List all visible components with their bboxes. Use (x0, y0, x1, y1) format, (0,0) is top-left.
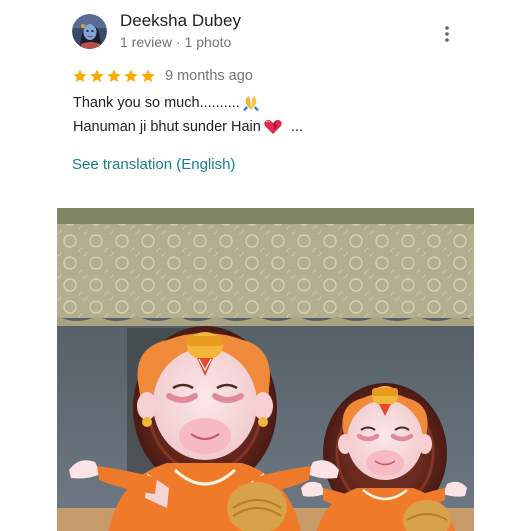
review-photo[interactable] (57, 208, 474, 531)
review-text: Hanuman ji bhut sunder Hain (73, 119, 261, 135)
see-translation-link[interactable]: See translation (English) (72, 156, 235, 173)
star-icon (141, 69, 155, 83)
star-icon (107, 69, 121, 83)
reviewer-avatar[interactable] (72, 14, 107, 49)
rating-row: 9 months ago (72, 68, 253, 84)
star-icon (124, 69, 138, 83)
review-text: Thank you so much.......... (73, 95, 240, 111)
star-rating (72, 68, 156, 84)
review-text-line-1: Thank you so much.......... (73, 95, 260, 111)
reviewer-meta: 1 review · 1 photo (120, 34, 232, 50)
review-card: Deeksha Dubey 1 review · 1 photo 9 month… (0, 0, 531, 531)
review-date: 9 months ago (165, 68, 253, 84)
star-icon (73, 69, 87, 83)
review-text-line-2: Hanuman ji bhut sunder Hain ... (73, 119, 303, 135)
star-icon (90, 69, 104, 83)
heart-icon (264, 119, 282, 134)
more-text-ellipsis[interactable]: ... (291, 119, 303, 135)
more-vert-icon (445, 26, 449, 42)
folded-hands-icon (242, 96, 259, 111)
reviewer-name[interactable]: Deeksha Dubey (120, 11, 241, 31)
more-options-button[interactable] (438, 22, 456, 46)
